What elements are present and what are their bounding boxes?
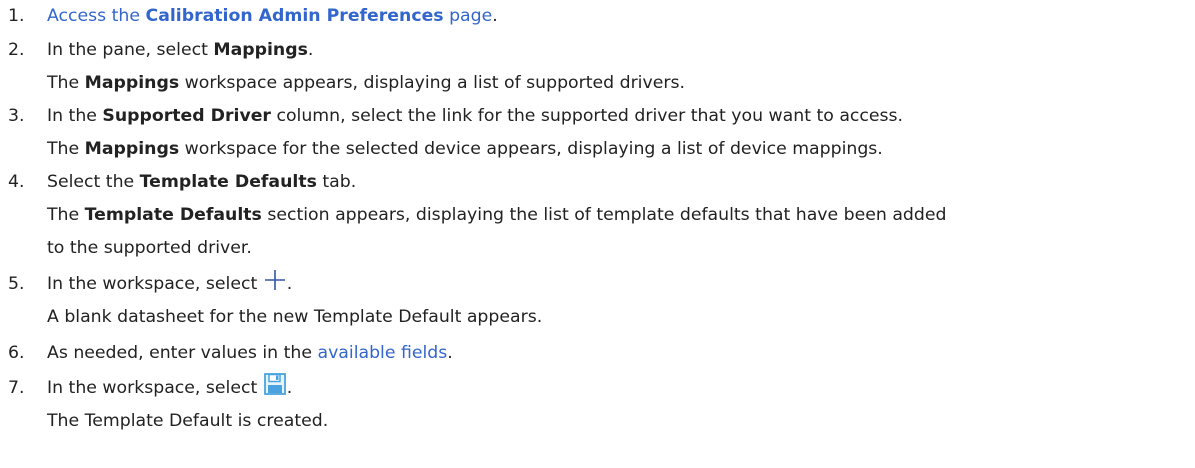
step-result: A blank datasheet for the new Template D… [47, 307, 543, 327]
step-result: The Mappings workspace appears, displayi… [47, 73, 685, 93]
step-result-continued: to the supported driver. [47, 238, 252, 258]
step-result: The Template Defaults section appears, d… [47, 205, 947, 225]
calibration-admin-preferences-link[interactable]: Access the Calibration Admin Preferences… [47, 6, 492, 26]
plus-icon[interactable] [263, 268, 287, 304]
step-number: 2. [8, 40, 25, 60]
step-number: 4. [8, 172, 25, 192]
step-number: 5. [8, 274, 25, 294]
step-number: 6. [8, 343, 25, 363]
step-result: The Mappings workspace for the selected … [47, 139, 883, 159]
save-icon[interactable] [263, 372, 287, 408]
available-fields-link[interactable]: available fields [317, 343, 447, 363]
step-number: 7. [8, 378, 25, 398]
step-instruction: In the workspace, select . [47, 372, 328, 405]
step-instruction: In the Supported Driver column, select t… [47, 106, 904, 126]
step-result: The Template Default is created. [47, 411, 329, 431]
step-instruction: As needed, enter values in the available… [47, 343, 453, 363]
step-number: 1. [8, 6, 25, 26]
step-instruction: In the workspace, select . [47, 268, 542, 301]
step-instruction: In the pane, select Mappings. [47, 40, 314, 60]
step-instruction: Select the Template Defaults tab. [47, 172, 357, 192]
step-number: 3. [8, 106, 25, 126]
